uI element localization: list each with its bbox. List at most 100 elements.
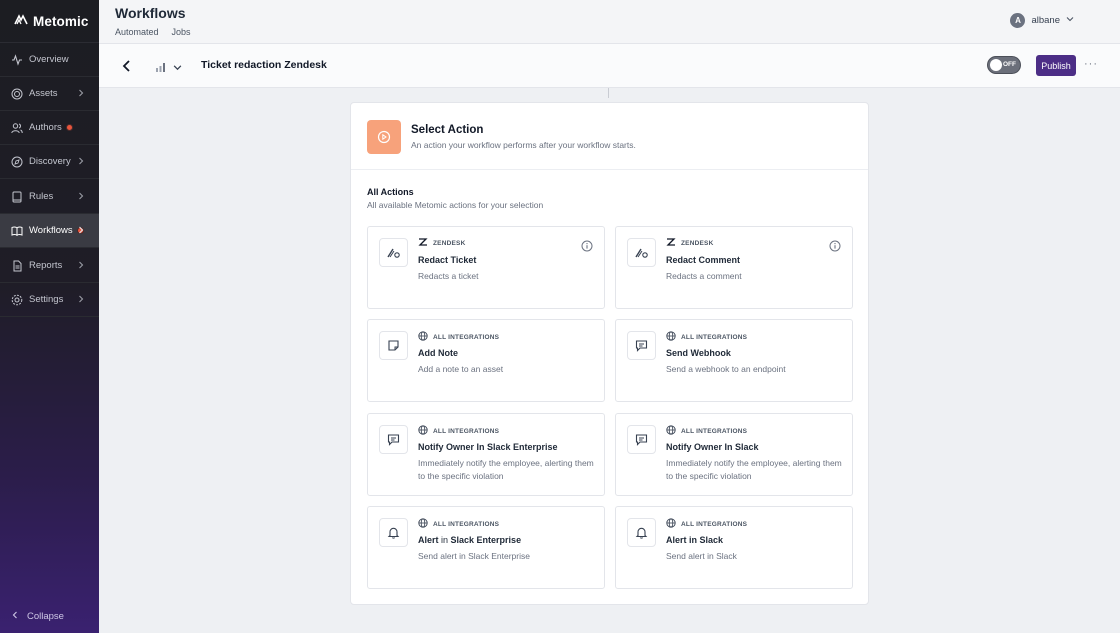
- integration-tag: ALL INTEGRATIONS: [666, 518, 747, 530]
- action-title: Add Note: [418, 348, 458, 358]
- sidebar-item-label: Rules: [29, 191, 54, 202]
- integration-tag: ALL INTEGRATIONS: [418, 331, 499, 343]
- info-icon[interactable]: [581, 239, 593, 252]
- target-icon: [11, 88, 23, 100]
- action-title: Redact Comment: [666, 255, 741, 265]
- brand-logo[interactable]: Metomic: [0, 0, 99, 43]
- action-title-part: in: [441, 535, 449, 545]
- integration-label: ALL INTEGRATIONS: [433, 333, 500, 341]
- sidebar-item-settings[interactable]: Settings: [0, 283, 99, 317]
- sidebar-item-authors[interactable]: Authors: [0, 111, 99, 145]
- sidebar-item-label: Authors: [29, 122, 62, 133]
- action-description: Send alert in Slack: [666, 551, 737, 561]
- sidebar-item-label: Discovery: [29, 156, 71, 167]
- panel-subtitle: An action your workflow performs after y…: [411, 140, 636, 150]
- action-card-notify-owner-slack[interactable]: ALL INTEGRATIONS Notify Owner In Slack I…: [615, 413, 853, 496]
- zendesk-icon: [666, 238, 676, 248]
- sidebar-item-label: Workflows: [29, 225, 73, 236]
- chevron-right-icon: [77, 226, 85, 234]
- integration-label: ALL INTEGRATIONS: [681, 333, 748, 341]
- integration-tag: ALL INTEGRATIONS: [666, 331, 747, 343]
- action-card-send-webhook[interactable]: ALL INTEGRATIONS Send Webhook Send a web…: [615, 319, 853, 402]
- integration-label: ALL INTEGRATIONS: [433, 427, 500, 435]
- action-title: Alert in Slack: [666, 535, 724, 545]
- integration-tag: ZENDESK: [666, 238, 713, 248]
- action-title-part: Alert: [418, 535, 442, 545]
- sidebar-item-label: Settings: [29, 294, 64, 305]
- integration-tag: ZENDESK: [418, 238, 465, 248]
- tab-jobs[interactable]: Jobs: [172, 27, 191, 37]
- play-circle-icon: [367, 120, 401, 154]
- globe-icon: [666, 518, 676, 530]
- redact-icon: [379, 238, 408, 267]
- toggle-label: OFF: [1003, 61, 1016, 68]
- chevron-right-icon: [77, 157, 85, 165]
- sidebar-item-assets[interactable]: Assets: [0, 77, 99, 111]
- collapse-sidebar-button[interactable]: Collapse: [11, 611, 64, 622]
- action-description: Add a note to an asset: [418, 364, 504, 374]
- bell-icon: [627, 518, 656, 547]
- sidebar-item-overview[interactable]: Overview: [0, 43, 99, 77]
- chevron-down-icon: [1066, 15, 1074, 26]
- page-title: Workflows: [115, 5, 186, 21]
- publish-button[interactable]: Publish: [1036, 55, 1076, 76]
- sidebar-item-discovery[interactable]: Discovery: [0, 145, 99, 179]
- action-card-redact-ticket[interactable]: ZENDESK Redact Ticket Redacts a ticket: [367, 226, 605, 309]
- more-options-button[interactable]: ···: [1084, 58, 1098, 70]
- note-icon: [379, 331, 408, 360]
- compass-icon: [11, 156, 23, 168]
- action-description: Send alert in Slack Enterprise: [418, 551, 530, 561]
- integration-tag: ALL INTEGRATIONS: [666, 425, 747, 437]
- gear-icon: [11, 294, 23, 306]
- notification-badge: [65, 124, 73, 131]
- workflow-toolbar: Ticket redaction Zendesk OFF Publish ···: [99, 44, 1120, 88]
- panel-header: Select Action An action your workflow pe…: [351, 103, 868, 170]
- bar-chart-icon: [155, 59, 167, 77]
- integration-label: ALL INTEGRATIONS: [681, 427, 748, 435]
- sidebar-item-workflows[interactable]: Workflows: [0, 214, 99, 248]
- globe-icon: [418, 518, 428, 530]
- action-card-notify-owner-slack-enterprise[interactable]: ALL INTEGRATIONS Notify Owner In Slack E…: [367, 413, 605, 496]
- workflow-connector-line: [608, 88, 609, 98]
- sidebar: Metomic Overview Assets Authors Discover…: [0, 0, 99, 633]
- integration-label: ZENDESK: [681, 239, 714, 247]
- action-card-add-note[interactable]: ALL INTEGRATIONS Add Note Add a note to …: [367, 319, 605, 402]
- action-description: Send a webhook to an endpoint: [666, 364, 786, 374]
- workflow-title[interactable]: Ticket redaction Zendesk: [201, 59, 327, 71]
- redact-icon: [627, 238, 656, 267]
- chevron-down-icon: [173, 59, 182, 77]
- user-menu[interactable]: A albane: [1010, 13, 1074, 28]
- sidebar-item-rules[interactable]: Rules: [0, 180, 99, 214]
- activity-icon: [11, 53, 23, 66]
- chevron-right-icon: [77, 261, 85, 269]
- version-dropdown[interactable]: [155, 59, 182, 77]
- avatar: A: [1010, 13, 1026, 28]
- toggle-knob: [990, 59, 1002, 71]
- action-card-alert-slack[interactable]: ALL INTEGRATIONS Alert in Slack Send ale…: [615, 506, 853, 589]
- action-title: Redact Ticket: [418, 255, 477, 265]
- user-name: albane: [1031, 15, 1060, 26]
- action-description: Immediately notify the employee, alertin…: [418, 458, 594, 481]
- file-icon: [11, 260, 23, 272]
- collapse-label: Collapse: [27, 611, 64, 622]
- action-title: Notify Owner In Slack: [666, 442, 759, 452]
- globe-icon: [418, 425, 428, 437]
- back-button[interactable]: [121, 59, 133, 73]
- integration-label: ALL INTEGRATIONS: [681, 520, 748, 528]
- action-card-redact-comment[interactable]: ZENDESK Redact Comment Redacts a comment: [615, 226, 853, 309]
- integration-label: ALL INTEGRATIONS: [433, 520, 500, 528]
- message-icon: [627, 331, 656, 360]
- tab-automated[interactable]: Automated: [115, 27, 159, 37]
- globe-icon: [666, 425, 676, 437]
- sidebar-item-reports[interactable]: Reports: [0, 249, 99, 283]
- info-icon[interactable]: [829, 239, 841, 252]
- action-card-alert-slack-enterprise[interactable]: ALL INTEGRATIONS Alert in Slack Enterpri…: [367, 506, 605, 589]
- action-description: Redacts a ticket: [418, 271, 479, 281]
- book-icon: [11, 191, 23, 203]
- action-description: Immediately notify the employee, alertin…: [666, 458, 842, 481]
- integration-tag: ALL INTEGRATIONS: [418, 425, 499, 437]
- workflow-active-toggle[interactable]: OFF: [987, 56, 1021, 74]
- chevron-right-icon: [77, 192, 85, 200]
- brand-name: Metomic: [33, 13, 89, 29]
- sidebar-item-label: Reports: [29, 260, 63, 271]
